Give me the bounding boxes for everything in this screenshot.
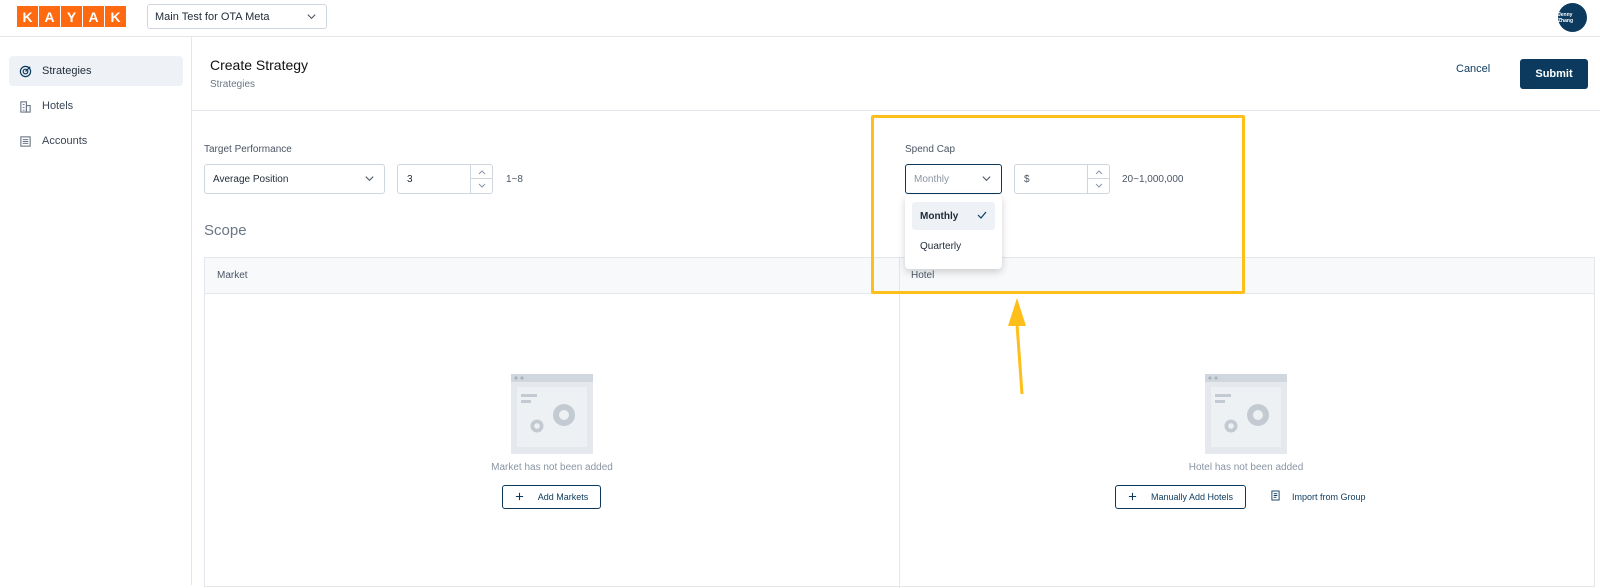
manually-add-hotels-button[interactable]: Manually Add Hotels bbox=[1115, 485, 1246, 509]
currency-symbol: $ bbox=[1024, 174, 1030, 185]
submit-button[interactable]: Submit bbox=[1520, 59, 1588, 89]
add-markets-label: Add Markets bbox=[537, 492, 589, 502]
market-column-header: Market bbox=[217, 270, 248, 281]
sidebar-item-label: Accounts bbox=[42, 135, 88, 147]
top-bar: K A Y A K Main Test for OTA Meta Jenny Z… bbox=[0, 0, 1600, 37]
option-label: Monthly bbox=[920, 211, 959, 222]
manually-add-hotels-label: Manually Add Hotels bbox=[1150, 492, 1234, 502]
sidebar-item-accounts[interactable]: Accounts bbox=[9, 126, 183, 156]
document-icon bbox=[1271, 490, 1280, 503]
sidebar-item-label: Hotels bbox=[42, 100, 74, 112]
target-metric-select[interactable]: Average Position bbox=[204, 164, 385, 194]
chevron-down-icon bbox=[364, 173, 375, 187]
logo-letter: K bbox=[105, 6, 126, 27]
spend-cap-amount-input[interactable]: $ bbox=[1014, 164, 1110, 194]
spend-cap-period-select[interactable]: Monthly bbox=[905, 164, 1002, 194]
logo-letter: Y bbox=[61, 6, 82, 27]
market-empty-text: Market has not been added bbox=[491, 462, 613, 473]
number-stepper[interactable] bbox=[1087, 165, 1109, 193]
number-stepper[interactable] bbox=[470, 165, 492, 193]
chevron-down-icon bbox=[981, 173, 992, 187]
option-label: Quarterly bbox=[920, 241, 962, 252]
scope-table: Market Hotel Market has not been added A… bbox=[204, 257, 1595, 588]
sidebar-item-label: Strategies bbox=[42, 65, 92, 77]
target-range-hint: 1~8 bbox=[506, 174, 523, 185]
dropdown-option-monthly[interactable]: Monthly bbox=[912, 202, 995, 230]
scope-title: Scope bbox=[204, 222, 247, 239]
breadcrumb[interactable]: Strategies bbox=[210, 79, 255, 90]
spend-cap-label: Spend Cap bbox=[905, 144, 956, 155]
sidebar: Strategies Hotels Accounts bbox=[0, 37, 192, 585]
logo-letter: A bbox=[39, 6, 60, 27]
target-performance-label: Target Performance bbox=[204, 144, 292, 155]
target-number-input[interactable]: 3 bbox=[397, 164, 493, 194]
target-metric-value: Average Position bbox=[213, 174, 289, 185]
page-header: Create Strategy Strategies Cancel Submit bbox=[192, 37, 1600, 111]
period-dropdown-menu: Monthly Quarterly bbox=[905, 195, 1002, 269]
logo-letter: K bbox=[17, 6, 38, 27]
spend-cap-range-hint: 20~1,000,000 bbox=[1122, 174, 1184, 185]
avatar-name: Jenny Zhang bbox=[1558, 11, 1573, 24]
hotel-column-header: Hotel bbox=[911, 270, 935, 281]
user-avatar[interactable]: Jenny Zhang bbox=[1558, 3, 1587, 32]
account-selector[interactable]: Main Test for OTA Meta bbox=[147, 4, 327, 29]
sidebar-item-strategies[interactable]: Strategies bbox=[9, 56, 183, 86]
check-icon bbox=[977, 210, 987, 223]
building-icon bbox=[18, 99, 32, 113]
column-divider bbox=[899, 258, 900, 588]
chevron-up-icon[interactable] bbox=[1088, 165, 1109, 179]
import-from-group-label: Import from Group bbox=[1292, 491, 1366, 502]
kayak-logo[interactable]: K A Y A K bbox=[17, 6, 126, 27]
logo-letter: A bbox=[83, 6, 104, 27]
chevron-down-icon bbox=[306, 11, 317, 25]
chevron-up-icon[interactable] bbox=[471, 165, 492, 179]
import-from-group-button[interactable]: Import from Group bbox=[1271, 490, 1366, 503]
dropdown-option-quarterly[interactable]: Quarterly bbox=[912, 232, 995, 260]
annotation-arrow-icon bbox=[1008, 298, 1026, 395]
chevron-down-icon[interactable] bbox=[471, 179, 492, 193]
plus-icon bbox=[1128, 492, 1137, 503]
account-selector-value: Main Test for OTA Meta bbox=[155, 11, 270, 23]
add-markets-button[interactable]: Add Markets bbox=[502, 485, 601, 509]
target-icon bbox=[18, 64, 32, 78]
ledger-icon bbox=[18, 134, 32, 148]
empty-settings-illustration-icon bbox=[1205, 374, 1287, 454]
sidebar-item-hotels[interactable]: Hotels bbox=[9, 91, 183, 121]
target-number-value: 3 bbox=[407, 174, 413, 185]
hotel-empty-text: Hotel has not been added bbox=[1188, 462, 1304, 473]
empty-settings-illustration-icon bbox=[511, 374, 593, 454]
plus-icon bbox=[515, 492, 524, 503]
chevron-down-icon[interactable] bbox=[1088, 179, 1109, 193]
spend-cap-period-placeholder: Monthly bbox=[914, 174, 950, 185]
cancel-button[interactable]: Cancel bbox=[1456, 63, 1490, 75]
page-title: Create Strategy bbox=[210, 57, 309, 73]
